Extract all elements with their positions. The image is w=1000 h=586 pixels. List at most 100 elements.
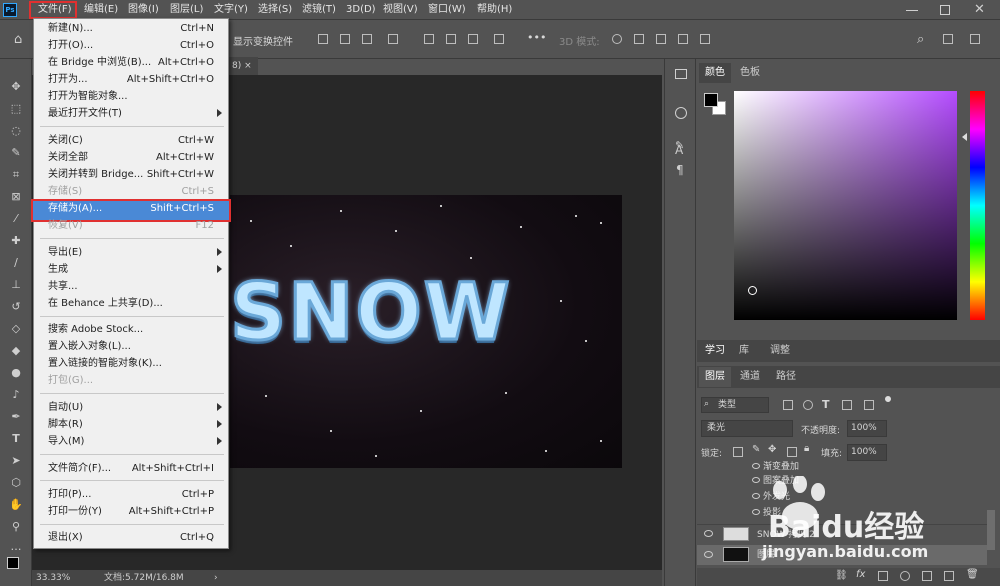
file-menu-item[interactable]: 关闭并转到 Bridge... Shift+Ctrl+W xyxy=(34,166,228,183)
stamp-tool-icon[interactable]: ⊥ xyxy=(8,277,24,293)
history-panel-icon[interactable] xyxy=(675,69,687,79)
file-menu-item[interactable]: 在 Behance 上共享(D)... xyxy=(34,295,228,312)
shape-tool-icon[interactable]: ⬡ xyxy=(8,475,24,491)
opacity-input[interactable]: 100% xyxy=(847,420,887,437)
filter-type-icon[interactable]: T xyxy=(822,398,830,411)
menu-view[interactable]: 视图(V) xyxy=(381,2,420,18)
quick-select-tool-icon[interactable]: ✎ xyxy=(8,145,24,161)
menu-edit[interactable]: 编辑(E) xyxy=(82,2,120,18)
status-arrow-icon[interactable]: › xyxy=(214,570,218,586)
eye-icon[interactable] xyxy=(752,477,760,483)
file-menu-item[interactable]: 导入(M) xyxy=(34,433,228,450)
file-menu-item[interactable]: 打开为智能对象... xyxy=(34,88,228,105)
file-menu-item[interactable]: 打印(P)... Ctrl+P xyxy=(34,486,228,503)
layer-thumbnail[interactable] xyxy=(723,547,749,562)
foreground-chip-front[interactable] xyxy=(704,93,718,107)
eraser-tool-icon[interactable]: ◇ xyxy=(8,321,24,337)
tab-adjustments[interactable]: 调整 xyxy=(764,341,796,361)
layer-visibility-icon[interactable] xyxy=(704,551,713,558)
align-top-icon[interactable] xyxy=(424,34,434,44)
zoom-tool-icon[interactable]: ⚲ xyxy=(8,519,24,535)
maximize-icon[interactable] xyxy=(940,5,950,15)
bucket-tool-icon[interactable]: ◆ xyxy=(8,343,24,359)
tab-paths[interactable]: 路径 xyxy=(770,367,802,387)
file-menu-item[interactable]: 新建(N)... Ctrl+N xyxy=(34,20,228,37)
zoom-level[interactable]: 33.33% xyxy=(36,570,70,586)
file-menu-item[interactable]: 打开(O)... Ctrl+O xyxy=(34,37,228,54)
file-menu-item[interactable]: 自动(U) xyxy=(34,399,228,416)
lock-transparent-icon[interactable] xyxy=(733,447,743,457)
file-menu-item[interactable]: 在 Bridge 中浏览(B)... Alt+Ctrl+O xyxy=(34,54,228,71)
crop-tool-icon[interactable]: ⌗ xyxy=(8,167,24,183)
file-menu-item[interactable]: 置入嵌入对象(L)... xyxy=(34,338,228,355)
menu-type[interactable]: 文字(Y) xyxy=(212,2,250,18)
new-layer-icon[interactable] xyxy=(944,571,954,581)
path-select-tool-icon[interactable]: ➤ xyxy=(8,453,24,469)
file-menu-item[interactable]: 关闭(C) Ctrl+W xyxy=(34,132,228,149)
color-picker-field[interactable] xyxy=(734,91,957,320)
character-icon[interactable]: A xyxy=(675,143,683,157)
distribute-v-icon[interactable] xyxy=(494,34,504,44)
menu-3d[interactable]: 3D(D) xyxy=(344,2,378,18)
move-tool-icon[interactable]: ✥ xyxy=(8,79,24,95)
share-icon[interactable] xyxy=(970,34,980,44)
filter-shape-icon[interactable] xyxy=(842,400,852,410)
home-icon[interactable]: ⌂ xyxy=(14,32,22,47)
workspace-icon[interactable] xyxy=(943,34,953,44)
3d-orbit-icon[interactable] xyxy=(612,34,622,44)
hue-slider-handle-icon[interactable] xyxy=(962,133,967,141)
foreground-color-swatch[interactable] xyxy=(7,557,19,569)
brush-tool-icon[interactable]: ∕ xyxy=(8,255,24,271)
paragraph-icon[interactable]: ¶ xyxy=(676,163,684,177)
layer-thumbnail[interactable] xyxy=(723,527,749,541)
doc-size[interactable]: 文档:5.72M/16.8M xyxy=(104,570,184,586)
file-menu-item[interactable]: 生成 xyxy=(34,261,228,278)
hand-tool-icon[interactable]: ✋ xyxy=(8,497,24,513)
eyedropper-tool-icon[interactable]: ⁄ xyxy=(8,211,24,227)
close-tab-icon[interactable]: × xyxy=(244,61,252,71)
more-options-icon[interactable]: ••• xyxy=(527,31,546,44)
tab-channels[interactable]: 通道 xyxy=(734,367,766,387)
blur-tool-icon[interactable]: ● xyxy=(8,365,24,381)
close-window-icon[interactable]: ✕ xyxy=(974,2,985,17)
tab-color[interactable]: 颜色 xyxy=(699,63,731,83)
layer-filter-select[interactable]: 类型 xyxy=(701,397,769,413)
eye-icon[interactable] xyxy=(752,493,760,499)
lock-artboard-icon[interactable] xyxy=(787,447,797,457)
file-menu-item[interactable]: 打开为... Alt+Shift+Ctrl+O xyxy=(34,71,228,88)
align-right-icon[interactable] xyxy=(362,34,372,44)
file-menu-item[interactable]: 文件简介(F)... Alt+Shift+Ctrl+I xyxy=(34,460,228,477)
eye-icon[interactable] xyxy=(752,463,760,469)
lock-image-icon[interactable]: ✎ xyxy=(752,444,760,455)
dodge-tool-icon[interactable]: ♪ xyxy=(8,387,24,403)
properties-panel-icon[interactable] xyxy=(675,107,687,119)
3d-scale-icon[interactable] xyxy=(700,34,710,44)
hue-slider[interactable] xyxy=(970,91,985,320)
new-group-icon[interactable] xyxy=(922,571,932,581)
file-menu-item[interactable]: 退出(X) Ctrl+Q xyxy=(34,529,228,546)
fx-icon[interactable]: fx xyxy=(856,569,865,580)
color-picker-cursor[interactable] xyxy=(748,286,757,295)
lock-position-icon[interactable]: ✥ xyxy=(768,444,776,455)
align-left-icon[interactable] xyxy=(318,34,328,44)
filter-adjust-icon[interactable] xyxy=(803,400,813,410)
file-menu-item[interactable]: 打印一份(Y) Alt+Shift+Ctrl+P xyxy=(34,503,228,520)
history-brush-tool-icon[interactable]: ↺ xyxy=(8,299,24,315)
frame-tool-icon[interactable]: ⊠ xyxy=(8,189,24,205)
lock-all-icon[interactable]: 🔒︎ xyxy=(804,443,809,454)
file-menu-item[interactable]: 最近打开文件(T) xyxy=(34,105,228,122)
file-menu-item[interactable]: 关闭全部 Alt+Ctrl+W xyxy=(34,149,228,166)
align-hcenter-icon[interactable] xyxy=(340,34,350,44)
align-bottom-icon[interactable] xyxy=(468,34,478,44)
menu-window[interactable]: 窗口(W) xyxy=(426,2,468,18)
menu-help[interactable]: 帮助(H) xyxy=(475,2,514,18)
distribute-icon[interactable] xyxy=(388,34,398,44)
healing-tool-icon[interactable]: ✚ xyxy=(8,233,24,249)
minimize-icon[interactable] xyxy=(906,10,918,11)
menu-filter[interactable]: 滤镜(T) xyxy=(300,2,338,18)
blend-mode-select[interactable]: 柔光 xyxy=(701,420,793,437)
file-menu-item[interactable]: 导出(E) xyxy=(34,244,228,261)
document-tab[interactable]: 8) × xyxy=(228,57,258,75)
filter-smart-icon[interactable] xyxy=(864,400,874,410)
pen-tool-icon[interactable]: ✒ xyxy=(8,409,24,425)
